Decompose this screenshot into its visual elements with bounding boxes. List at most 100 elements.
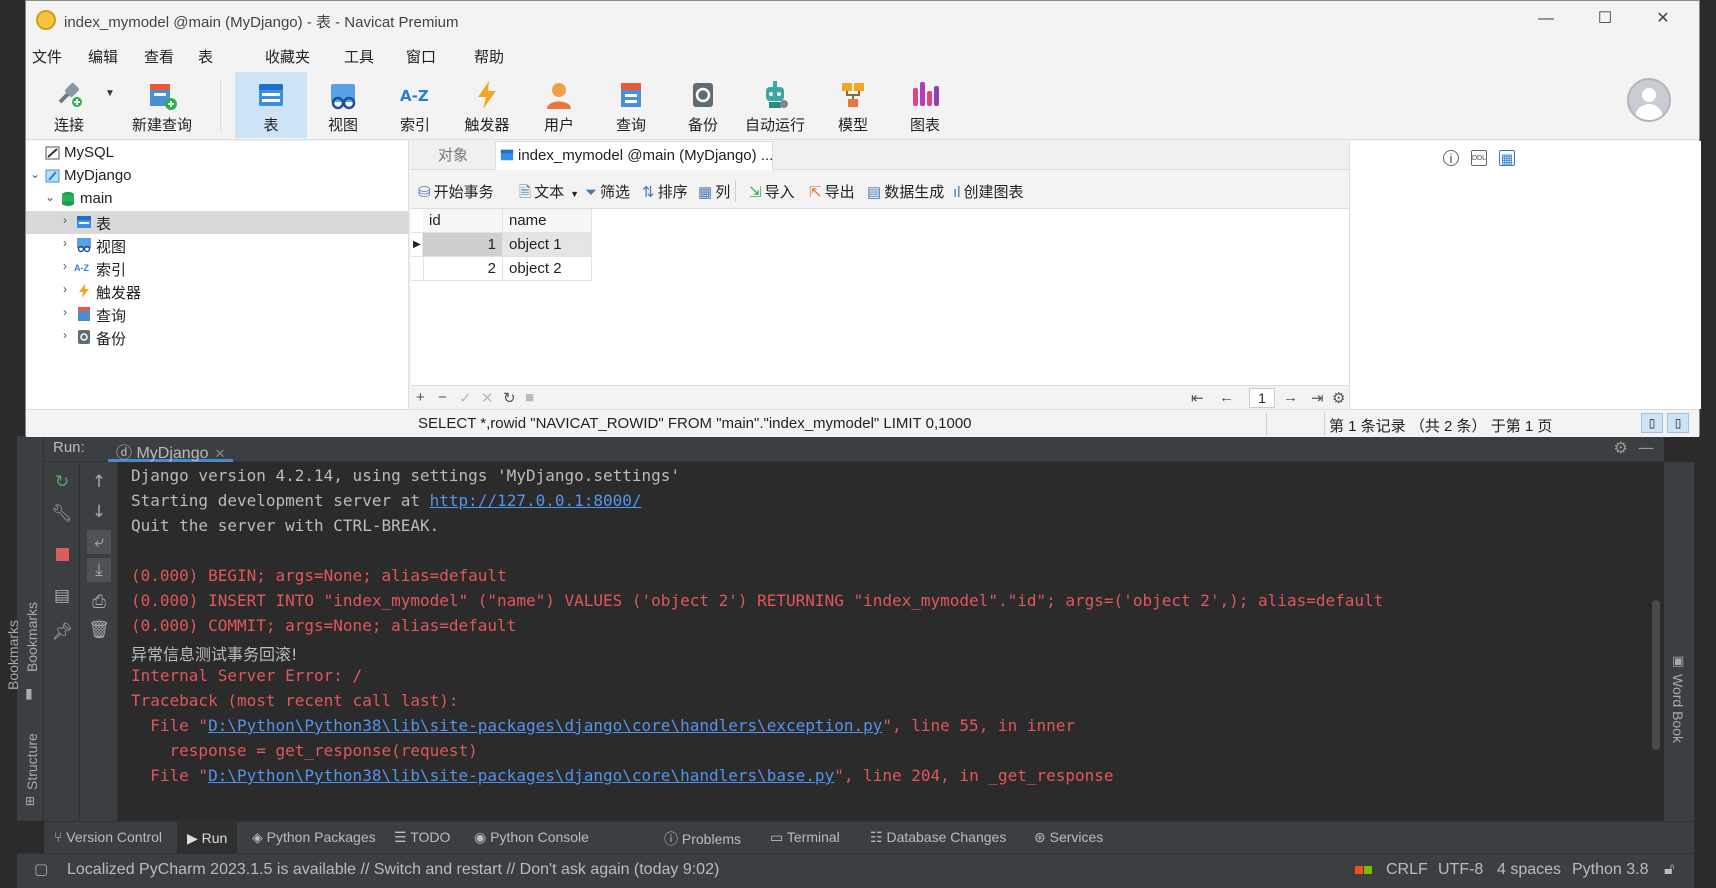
chevron-down-icon[interactable]: ⌄ — [28, 167, 42, 181]
interpreter-selector[interactable]: Python 3.8 — [1572, 861, 1649, 879]
minimize-button[interactable]: — — [1534, 7, 1558, 31]
lock-icon[interactable]: 🔓︎ — [1664, 861, 1674, 879]
filter-button[interactable]: ⏷ 筛选 — [585, 181, 630, 202]
chevron-right-icon[interactable]: › — [58, 236, 72, 250]
import-button[interactable]: ⇲ 导入 — [749, 181, 795, 202]
tab-table-editor[interactable]: index_mymodel @main (MyDjango) ... — [495, 141, 773, 170]
run-tab-mydjango[interactable]: ⓓ MyDjango ✕ — [108, 436, 234, 462]
menu-file[interactable]: 文件 — [32, 46, 62, 67]
chevron-right-icon[interactable]: › — [58, 305, 72, 319]
indent-setting[interactable]: 4 spaces — [1497, 861, 1561, 879]
toggle-left-panel-icon[interactable]: ▯ — [1641, 413, 1663, 433]
menu-edit[interactable]: 编辑 — [88, 46, 118, 67]
rerun-icon[interactable]: ↻ — [50, 470, 74, 494]
soft-wrap-icon[interactable]: ⤶ — [87, 530, 111, 554]
tab-services[interactable]: ⊛ Services — [1034, 829, 1103, 846]
tab-objects[interactable]: 对象 — [411, 141, 495, 170]
chevron-right-icon[interactable]: › — [58, 328, 72, 342]
chart-button[interactable]: 图表 — [889, 72, 961, 138]
last-page-icon[interactable]: ⇥ — [1311, 389, 1324, 407]
pin-icon[interactable]: 📌︎ — [50, 620, 74, 644]
wrench-icon[interactable]: 🔧︎ — [50, 502, 74, 526]
data-grid[interactable]: id name ▶ 1 object 1 2 object 2 — [411, 208, 1349, 385]
bookmarks-tab[interactable]: Bookmarks — [24, 602, 40, 672]
settings-icon[interactable]: ⚙ — [1332, 389, 1345, 407]
tab-problems[interactable]: ⓘ Problems — [664, 829, 741, 849]
cell-name[interactable]: object 1 — [503, 233, 592, 257]
word-book-tab[interactable]: Word Book — [1670, 674, 1686, 743]
automation-button[interactable]: 自动运行 — [733, 72, 817, 138]
settings-icon[interactable]: ⚙ — — [1613, 438, 1654, 457]
create-chart-button[interactable]: ıl 创建图表 — [953, 181, 1024, 202]
data-generation-button[interactable]: ▤ 数据生成 — [867, 181, 944, 202]
sort-button[interactable]: ⇅ 排序 — [642, 181, 688, 202]
file-encoding[interactable]: UTF-8 — [1438, 861, 1483, 879]
delete-record-button[interactable]: − — [438, 389, 447, 406]
index-button[interactable]: A-Z 索引 — [379, 72, 451, 138]
tab-python-console[interactable]: ◉ Python Console — [474, 829, 589, 846]
tree-item-mysql[interactable]: MySQL — [26, 142, 409, 165]
columns-button[interactable]: ▦ 列 — [698, 181, 730, 202]
tab-run[interactable]: ▶ Run — [177, 822, 238, 854]
trash-icon[interactable]: 🗑︎ — [87, 618, 111, 642]
line-separator[interactable]: CRLF — [1386, 861, 1428, 879]
tree-item-triggers[interactable]: › 触发器 — [26, 280, 409, 303]
chevron-right-icon[interactable]: › — [58, 213, 72, 227]
connect-button[interactable]: 连接 — [33, 72, 105, 138]
table-button[interactable]: 表 — [235, 72, 307, 138]
avatar[interactable] — [1627, 78, 1671, 122]
cell-id[interactable]: 2 — [423, 257, 503, 281]
chevron-down-icon[interactable]: ▼ — [105, 88, 115, 99]
down-arrow-icon[interactable]: ↓ — [87, 500, 111, 524]
tab-database-changes[interactable]: ☷ Database Changes — [870, 829, 1006, 846]
trigger-button[interactable]: 触发器 — [451, 72, 523, 138]
cell-name[interactable]: object 2 — [503, 257, 592, 281]
backup-button[interactable]: 备份 — [667, 72, 739, 138]
bookmarks-tab[interactable]: Bookmarks — [5, 620, 21, 690]
tab-terminal[interactable]: ▭ Terminal — [770, 829, 840, 846]
tree-item-views[interactable]: › 视图 — [26, 234, 409, 257]
view-button[interactable]: 视图 — [307, 72, 379, 138]
close-button[interactable]: ✕ — [1651, 7, 1675, 31]
menu-view[interactable]: 查看 — [144, 46, 174, 67]
column-header-name[interactable]: name — [503, 209, 592, 233]
previous-page-icon[interactable]: ← — [1219, 389, 1234, 406]
menu-favorites[interactable]: 收藏夹 — [265, 46, 310, 67]
export-button[interactable]: ⇱ 导出 — [809, 181, 855, 202]
discard-icon[interactable]: ✕ — [481, 389, 494, 407]
update-notification[interactable]: Localized PyCharm 2023.1.5 is available … — [67, 861, 719, 879]
model-button[interactable]: 模型 — [817, 72, 889, 138]
new-query-button[interactable]: 新建查询 — [118, 72, 206, 138]
tree-item-indexes[interactable]: › A-Z 索引 — [26, 257, 409, 280]
console-scrollbar[interactable] — [1652, 600, 1660, 750]
menu-table[interactable]: 表 — [198, 46, 213, 67]
toggle-toolwindows-icon[interactable]: ▢ — [34, 860, 48, 878]
toggle-right-panel-icon[interactable]: ▯ — [1667, 413, 1689, 433]
column-header-id[interactable]: id — [423, 209, 503, 233]
apply-icon[interactable]: ✓ — [459, 389, 472, 407]
tree-item-queries[interactable]: › 查询 — [26, 303, 409, 326]
begin-transaction-button[interactable]: ⛁ 开始事务 — [418, 181, 494, 202]
maximize-button[interactable]: ☐ — [1593, 7, 1617, 31]
user-button[interactable]: 用户 — [523, 72, 595, 138]
up-arrow-icon[interactable]: ↑ — [87, 470, 111, 494]
tab-todo[interactable]: ☰ TODO — [394, 829, 450, 846]
first-page-icon[interactable]: ⇤ — [1191, 389, 1204, 407]
server-url-link[interactable]: http://127.0.0.1:8000/ — [430, 491, 642, 510]
run-console-output[interactable]: Django version 4.2.14, using settings 'M… — [118, 462, 1664, 821]
menu-help[interactable]: 帮助 — [474, 46, 504, 67]
print-icon[interactable]: ⎙ — [87, 590, 111, 614]
menu-window[interactable]: 窗口 — [406, 46, 436, 67]
tree-item-tables[interactable]: › 表 — [26, 211, 409, 234]
tab-python-packages[interactable]: ◈ Python Packages — [252, 829, 376, 846]
info-icon[interactable]: i — [1443, 150, 1459, 166]
next-page-icon[interactable]: → — [1283, 389, 1298, 406]
structure-tab[interactable]: Structure — [24, 733, 40, 790]
layout-icon[interactable]: ▦ — [1499, 150, 1515, 166]
chevron-right-icon[interactable]: › — [58, 259, 72, 273]
stop-icon[interactable]: ■ — [525, 389, 534, 406]
tree-item-main[interactable]: ⌄ main — [26, 188, 409, 211]
tab-version-control[interactable]: ⑂ Version Control — [54, 829, 162, 845]
file-link[interactable]: D:\Python\Python38\lib\site-packages\dja… — [208, 766, 834, 785]
cell-id[interactable]: 1 — [423, 233, 503, 257]
